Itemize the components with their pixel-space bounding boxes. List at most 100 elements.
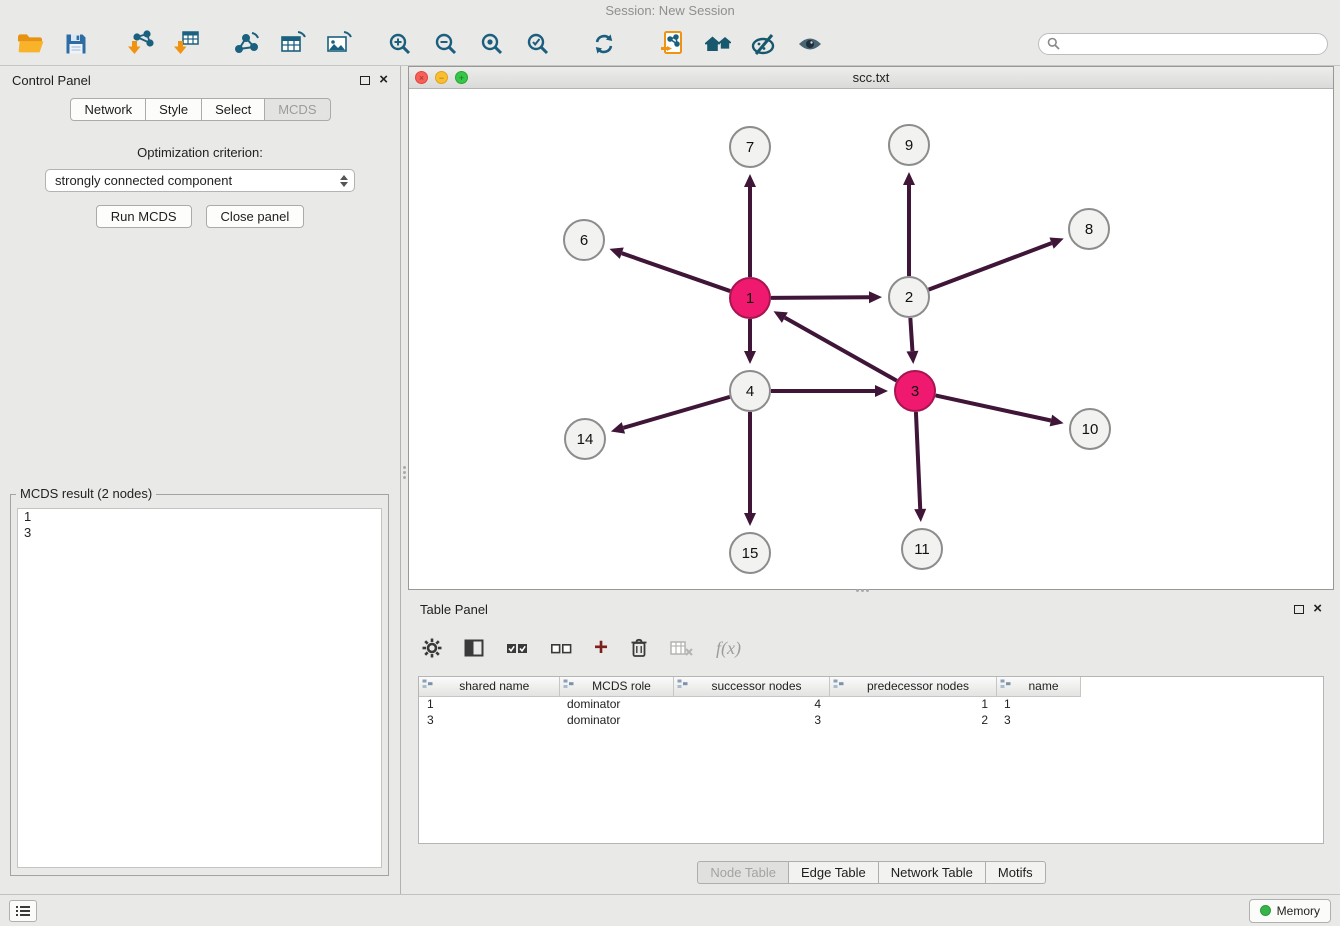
table-cell[interactable]: 3: [673, 712, 829, 728]
table-tab-node-table[interactable]: Node Table: [697, 861, 789, 884]
graph-node-4[interactable]: 4: [730, 371, 770, 411]
control-tab-select[interactable]: Select: [201, 98, 265, 121]
paint-style-icon[interactable]: [746, 26, 782, 62]
edge-1-2[interactable]: [771, 297, 869, 298]
delete-table-icon[interactable]: [670, 640, 694, 656]
network-canvas[interactable]: 7 9 6 8 1 2 4 3 14 10 15 11: [409, 89, 1333, 589]
sort-icon[interactable]: [677, 679, 688, 693]
graph-node-8[interactable]: 8: [1069, 209, 1109, 249]
edge-2-8[interactable]: [929, 243, 1052, 289]
zoom-fit-icon[interactable]: [474, 26, 510, 62]
close-panel-button[interactable]: Close panel: [206, 205, 305, 228]
mcds-result-item[interactable]: 1: [18, 509, 381, 525]
table-row[interactable]: 3dominator323: [419, 712, 1323, 728]
mcds-result-item[interactable]: 3: [18, 525, 381, 541]
function-builder-icon[interactable]: f(x): [716, 638, 741, 659]
refresh-icon[interactable]: [586, 26, 622, 62]
graph-node-14[interactable]: 14: [565, 419, 605, 459]
new-table-icon[interactable]: [274, 26, 310, 62]
column-header-name[interactable]: name: [996, 677, 1080, 696]
memory-button[interactable]: Memory: [1249, 899, 1331, 923]
control-tab-network[interactable]: Network: [70, 98, 146, 121]
column-header-shared-name[interactable]: shared name: [419, 677, 559, 696]
show-hide-icon[interactable]: [792, 26, 828, 62]
graph-node-1[interactable]: 1: [730, 278, 770, 318]
table-cell[interactable]: 1: [419, 696, 559, 712]
edge-3-1[interactable]: [785, 318, 897, 381]
edge-3-10[interactable]: [936, 395, 1051, 420]
import-table-icon[interactable]: [168, 26, 204, 62]
graph-node-2[interactable]: 2: [889, 277, 929, 317]
open-folder-icon[interactable]: [12, 26, 48, 62]
graph-node-6[interactable]: 6: [564, 220, 604, 260]
table-cell[interactable]: 2: [829, 712, 996, 728]
table-cell[interactable]: dominator: [559, 696, 673, 712]
table-cell[interactable]: 4: [673, 696, 829, 712]
gear-icon[interactable]: [422, 638, 442, 658]
table-cell[interactable]: 1: [829, 696, 996, 712]
edge-3-11[interactable]: [916, 412, 920, 509]
column-header-predecessor-nodes[interactable]: predecessor nodes: [829, 677, 996, 696]
graph-node-11[interactable]: 11: [902, 529, 942, 569]
control-tab-mcds[interactable]: MCDS: [264, 98, 330, 121]
status-bar: Memory: [0, 894, 1340, 926]
first-neighbors-icon[interactable]: [700, 26, 736, 62]
graph-node-7[interactable]: 7: [730, 127, 770, 167]
table-tab-motifs[interactable]: Motifs: [985, 861, 1046, 884]
close-table-panel-icon[interactable]: ×: [1313, 604, 1322, 614]
sort-icon[interactable]: [422, 679, 433, 693]
edge-4-14[interactable]: [623, 397, 729, 428]
task-history-button[interactable]: [9, 900, 37, 922]
search-box[interactable]: [1038, 33, 1328, 55]
float-panel-icon[interactable]: [360, 76, 370, 85]
table-cell[interactable]: 3: [996, 712, 1080, 728]
vertical-splitter[interactable]: [402, 464, 407, 480]
deselect-all-icon[interactable]: [550, 641, 572, 655]
node-label: 15: [742, 545, 759, 562]
table-cell[interactable]: 1: [996, 696, 1080, 712]
import-network-icon[interactable]: [122, 26, 158, 62]
save-icon[interactable]: [58, 26, 94, 62]
graph-node-10[interactable]: 10: [1070, 409, 1110, 449]
table-tab-edge-table[interactable]: Edge Table: [788, 861, 879, 884]
graph-node-15[interactable]: 15: [730, 533, 770, 573]
new-network-icon[interactable]: [228, 26, 264, 62]
search-input[interactable]: [1060, 37, 1319, 51]
mcds-result-list[interactable]: 13: [17, 508, 382, 868]
network-window-titlebar[interactable]: × − + scc.txt: [409, 67, 1333, 89]
select-all-icon[interactable]: [506, 641, 528, 655]
delete-column-icon[interactable]: [630, 638, 648, 658]
maximize-window-icon[interactable]: +: [455, 71, 468, 84]
zoom-in-icon[interactable]: [382, 26, 418, 62]
zoom-selected-icon[interactable]: [520, 26, 556, 62]
add-column-icon[interactable]: +: [594, 638, 608, 658]
sort-icon[interactable]: [563, 679, 574, 693]
table-tab-network-table[interactable]: Network Table: [878, 861, 986, 884]
column-header-successor-nodes[interactable]: successor nodes: [673, 677, 829, 696]
close-panel-icon[interactable]: ×: [379, 75, 388, 85]
zoom-out-icon[interactable]: [428, 26, 464, 62]
float-table-panel-icon[interactable]: [1294, 605, 1304, 614]
export-image-icon[interactable]: [320, 26, 356, 62]
table-row[interactable]: 1dominator411: [419, 696, 1323, 712]
sort-icon[interactable]: [833, 679, 844, 693]
graph-node-9[interactable]: 9: [889, 125, 929, 165]
window-title: Session: New Session: [0, 0, 1340, 22]
table-cell[interactable]: 3: [419, 712, 559, 728]
edge-1-6[interactable]: [622, 253, 730, 291]
main-toolbar: [0, 22, 1340, 66]
column-header-MCDS-role[interactable]: MCDS role: [559, 677, 673, 696]
sort-icon[interactable]: [1000, 679, 1011, 693]
run-mcds-button[interactable]: Run MCDS: [96, 205, 192, 228]
close-window-icon[interactable]: ×: [415, 71, 428, 84]
graph-node-3[interactable]: 3: [895, 371, 935, 411]
edge-2-3[interactable]: [910, 318, 912, 351]
table-cell[interactable]: dominator: [559, 712, 673, 728]
horizontal-splitter[interactable]: [854, 588, 870, 593]
edge-arrowhead: [1050, 415, 1064, 427]
minimize-window-icon[interactable]: −: [435, 71, 448, 84]
network-from-clipboard-icon[interactable]: [654, 26, 690, 62]
column-selector-icon[interactable]: [464, 639, 484, 657]
optimization-dropdown[interactable]: strongly connected component: [45, 169, 355, 192]
control-tab-style[interactable]: Style: [145, 98, 202, 121]
